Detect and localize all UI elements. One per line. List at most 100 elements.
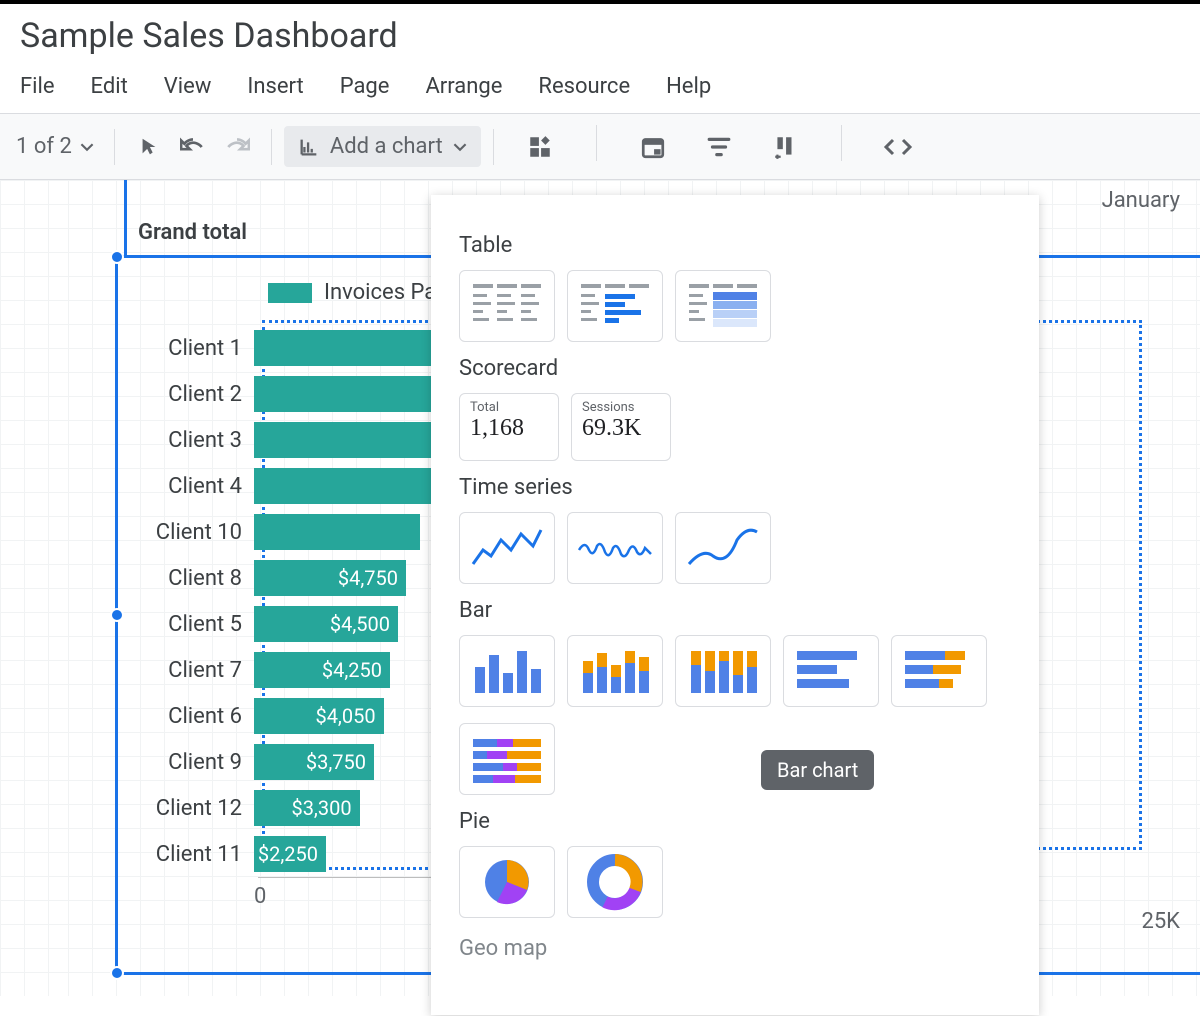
section-pie: Pie <box>459 809 1011 834</box>
legend-swatch <box>268 283 312 303</box>
bar-category: Client 4 <box>138 474 242 499</box>
page-indicator[interactable]: 1 of 2 <box>8 134 102 159</box>
full-stacked-column-thumb[interactable] <box>675 635 771 707</box>
cursor-icon[interactable] <box>127 125 171 169</box>
full-stacked-bar-thumb[interactable] <box>459 723 555 795</box>
bar-value: $4,750 <box>338 566 398 590</box>
column-chart-thumb[interactable] <box>459 635 555 707</box>
timeseries-thumb[interactable] <box>459 512 555 584</box>
bar <box>254 422 431 458</box>
axis-tick: 25K <box>1141 909 1180 934</box>
scorecard-compact-thumb[interactable]: Sessions 69.3K <box>571 393 671 461</box>
page-indicator-label: 1 of 2 <box>16 134 72 159</box>
bar-category: Client 10 <box>138 520 242 545</box>
menu-help[interactable]: Help <box>666 74 711 99</box>
bar-chart-icon <box>298 136 320 158</box>
chevron-down-icon <box>453 140 467 154</box>
filter-value-label: January <box>1102 188 1180 213</box>
bar: $4,500 <box>254 606 398 642</box>
axis-tick: 0 <box>254 884 266 909</box>
bar-category: Client 7 <box>138 658 242 683</box>
section-scorecard: Scorecard <box>459 356 1011 381</box>
bar-category: Client 3 <box>138 428 242 453</box>
table-heatmap-thumb[interactable] <box>675 270 771 342</box>
menu-insert[interactable]: Insert <box>247 74 303 99</box>
community-viz-icon[interactable] <box>518 125 562 169</box>
resize-handle[interactable] <box>110 608 124 622</box>
toolbar: 1 of 2 Add a chart <box>0 114 1200 180</box>
chart-drop-zone <box>1032 320 1142 850</box>
add-chart-button[interactable]: Add a chart <box>284 126 481 167</box>
menu-arrange[interactable]: Arrange <box>425 74 502 99</box>
chevron-down-icon <box>80 140 94 154</box>
tooltip: Bar chart <box>761 750 874 790</box>
section-table: Table <box>459 233 1011 258</box>
bar <box>254 376 431 412</box>
bar: $4,250 <box>254 652 390 688</box>
menu-page[interactable]: Page <box>340 74 390 99</box>
titlebar: Sample Sales Dashboard <box>0 0 1200 60</box>
date-range-icon[interactable] <box>631 125 675 169</box>
bar: $4,750 <box>254 560 406 596</box>
data-control-icon[interactable] <box>763 125 807 169</box>
separator <box>841 125 842 161</box>
bar <box>254 468 431 504</box>
resize-handle[interactable] <box>110 966 124 980</box>
bar-category: Client 2 <box>138 382 242 407</box>
scorecard-thumb[interactable]: Total 1,168 <box>459 393 559 461</box>
menu-view[interactable]: View <box>164 74 212 99</box>
stacked-column-thumb[interactable] <box>567 635 663 707</box>
donut-chart-thumb[interactable] <box>567 846 663 918</box>
redo-icon[interactable] <box>215 125 259 169</box>
bar-category: Client 5 <box>138 612 242 637</box>
bar-category: Client 6 <box>138 704 242 729</box>
bar-category: Client 1 <box>138 336 242 361</box>
legend-label: Invoices Pa <box>324 280 436 305</box>
section-geomap: Geo map <box>459 936 1011 961</box>
bar-value: $4,050 <box>315 704 375 728</box>
bar-chart-thumb[interactable] <box>783 635 879 707</box>
menu-edit[interactable]: Edit <box>91 74 128 99</box>
tab-grand-total[interactable]: Grand total <box>138 220 247 245</box>
add-chart-label: Add a chart <box>330 134 443 159</box>
stacked-bar-thumb[interactable] <box>891 635 987 707</box>
bar-category: Client 9 <box>138 750 242 775</box>
section-bar: Bar <box>459 598 1011 623</box>
bar-value: $4,500 <box>330 612 390 636</box>
bar-category: Client 8 <box>138 566 242 591</box>
bar: $3,300 <box>254 790 360 826</box>
bar: $3,750 <box>254 744 374 780</box>
table-bars-thumb[interactable] <box>567 270 663 342</box>
separator <box>493 129 494 165</box>
table-thumb[interactable] <box>459 270 555 342</box>
sparkline-thumb[interactable] <box>567 512 663 584</box>
separator <box>596 125 597 161</box>
menu-resource[interactable]: Resource <box>538 74 630 99</box>
scorecard-label: Total <box>470 400 548 415</box>
bar-value: $3,300 <box>291 796 351 820</box>
menubar: File Edit View Insert Page Arrange Resou… <box>0 60 1200 114</box>
bar: $2,250 <box>254 836 326 872</box>
document-title[interactable]: Sample Sales Dashboard <box>20 16 1180 56</box>
embed-icon[interactable] <box>876 125 920 169</box>
resize-handle[interactable] <box>110 250 124 264</box>
separator <box>114 129 115 165</box>
bar-value: $4,250 <box>322 658 382 682</box>
bar-value: $3,750 <box>306 750 366 774</box>
bar-category: Client 12 <box>138 796 242 821</box>
tab-indicator <box>115 180 127 255</box>
bar-category: Client 11 <box>138 842 242 867</box>
scorecard-value: 69.3K <box>582 415 660 442</box>
bar: $4,050 <box>254 698 384 734</box>
menu-file[interactable]: File <box>20 74 55 99</box>
add-chart-dropdown: Table Scorecard Total 1,168 Sessions 69.… <box>431 195 1039 1015</box>
smoothed-timeseries-thumb[interactable] <box>675 512 771 584</box>
undo-icon[interactable] <box>171 125 215 169</box>
pie-chart-thumb[interactable] <box>459 846 555 918</box>
bar-value: $2,250 <box>258 842 318 866</box>
filter-control-icon[interactable] <box>697 125 741 169</box>
bar <box>254 514 420 550</box>
bar <box>254 330 431 366</box>
scorecard-value: 1,168 <box>470 415 548 442</box>
separator <box>271 129 272 165</box>
